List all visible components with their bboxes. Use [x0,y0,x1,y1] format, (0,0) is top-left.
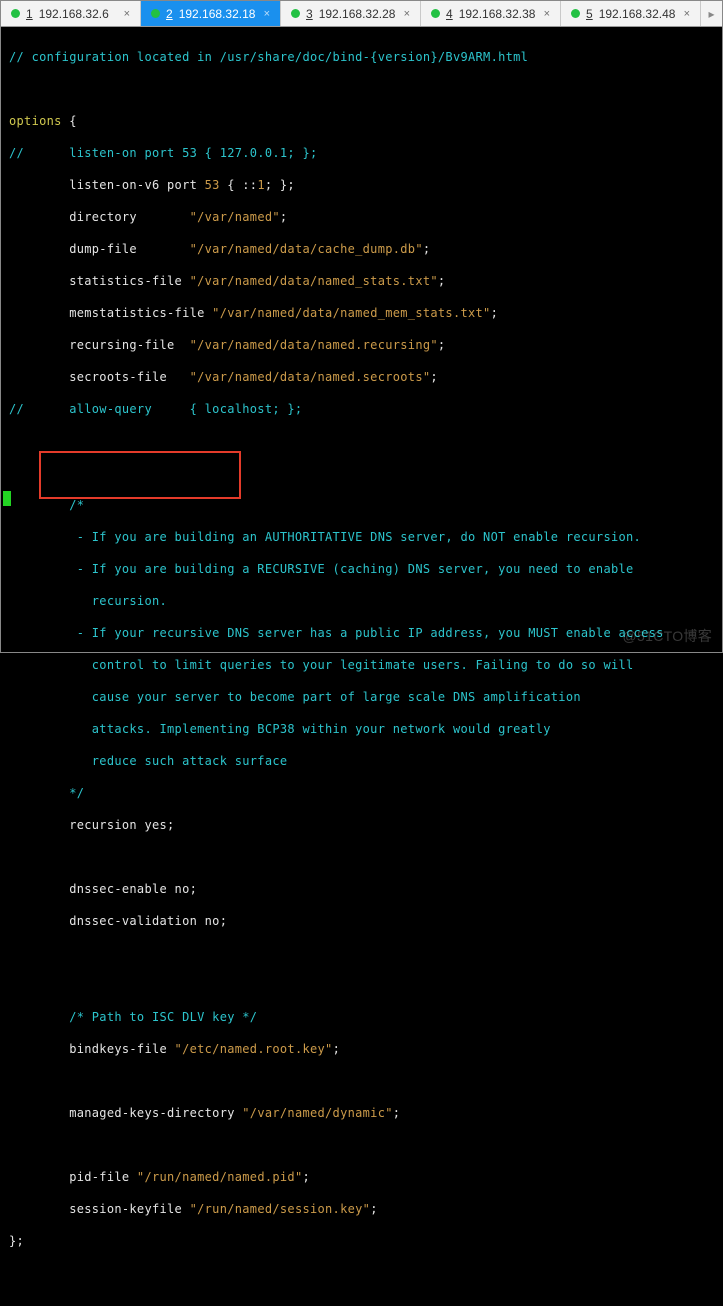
status-dot-icon [571,9,580,18]
tab-index: 2 [166,7,173,21]
tab-bar: 1 192.168.32.6 × 2 192.168.32.18 × 3 192… [1,1,722,27]
close-icon[interactable]: × [124,8,130,20]
status-dot-icon [431,9,440,18]
tab-label: 192.168.32.28 [319,7,396,21]
close-icon[interactable]: × [544,8,550,20]
terminal-editor[interactable]: // configuration located in /usr/share/d… [1,27,722,652]
close-icon[interactable]: × [264,8,270,20]
cursor-icon [3,491,11,506]
tab-index: 3 [306,7,313,21]
tab-label: 192.168.32.38 [459,7,536,21]
dnssec-validation-line: dnssec-validation no; [9,914,227,928]
dnssec-enable-line: dnssec-enable no; [9,882,197,896]
tab-label: 192.168.32.6 [39,7,109,21]
tab-index: 4 [446,7,453,21]
tab-3[interactable]: 3 192.168.32.28 × [281,1,421,26]
close-icon[interactable]: × [404,8,410,20]
tab-label: 192.168.32.18 [179,7,256,21]
code-comment: // listen-on port 53 { 127.0.0.1; }; [9,146,318,160]
tab-2[interactable]: 2 192.168.32.18 × [141,1,281,26]
code-comment: // allow-query { localhost; }; [9,402,302,416]
tab-1[interactable]: 1 192.168.32.6 × [1,1,141,26]
tab-index: 1 [26,7,33,21]
close-icon[interactable]: × [684,8,690,20]
tab-index: 5 [586,7,593,21]
status-dot-icon [151,9,160,18]
tab-label: 192.168.32.48 [599,7,676,21]
code-keyword: options [9,114,69,128]
code-comment: // configuration located in /usr/share/d… [9,50,528,64]
status-dot-icon [291,9,300,18]
tab-5[interactable]: 5 192.168.32.48 × [561,1,701,26]
tab-overflow-icon[interactable]: ▸ [701,1,722,26]
tab-4[interactable]: 4 192.168.32.38 × [421,1,561,26]
status-dot-icon [11,9,20,18]
watermark: @51CTO博客 [623,628,712,644]
